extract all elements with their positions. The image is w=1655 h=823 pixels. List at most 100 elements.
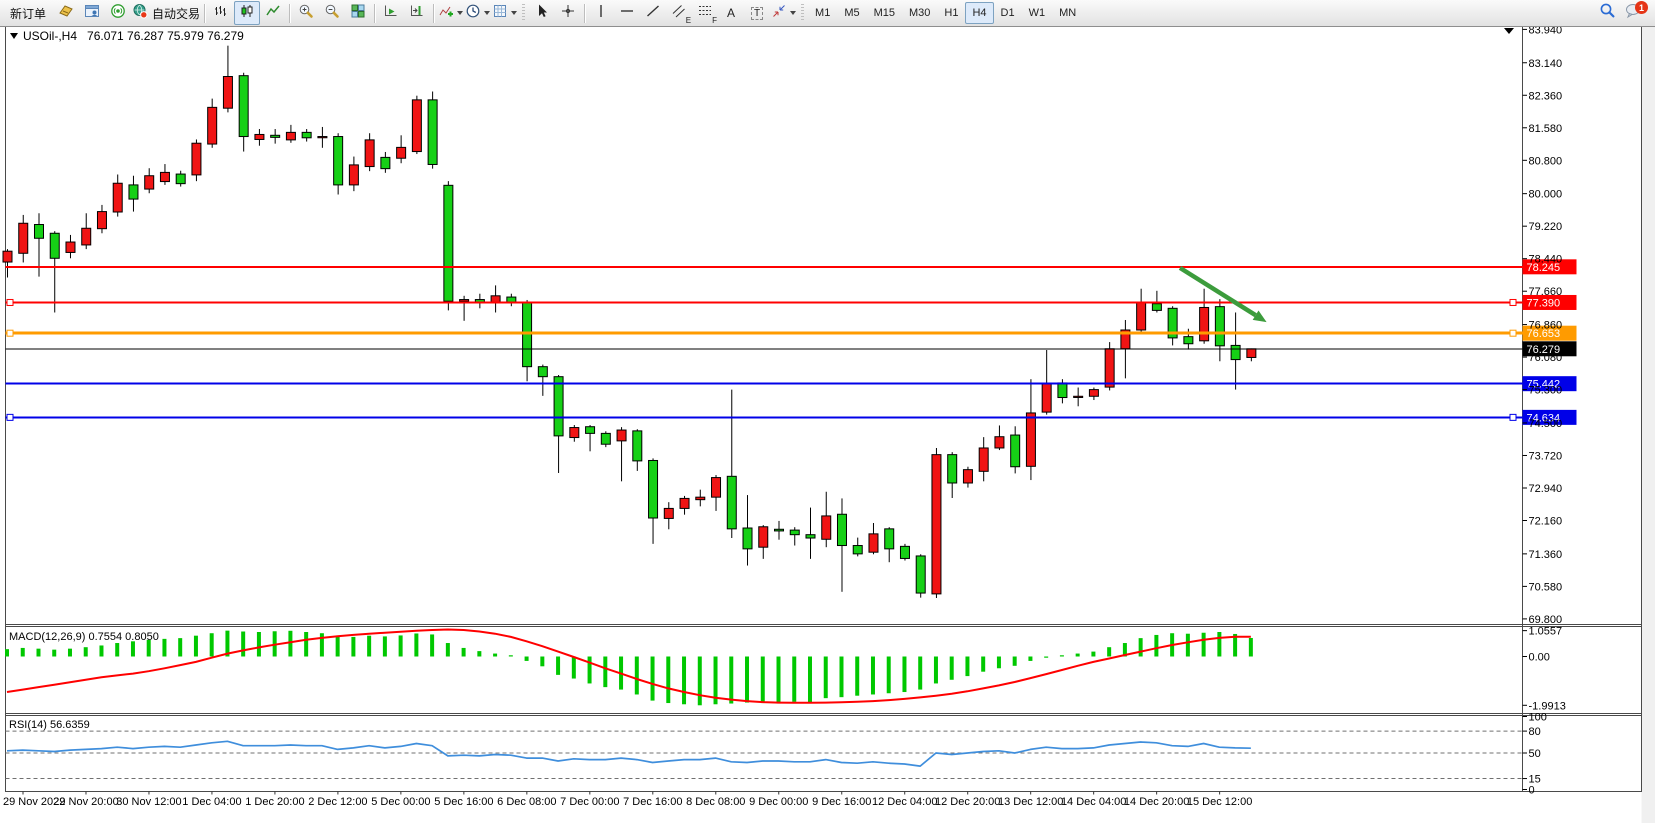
svg-text:15 Dec 12:00: 15 Dec 12:00 xyxy=(1187,796,1252,808)
svg-text:29 Nov 20:00: 29 Nov 20:00 xyxy=(53,796,118,808)
svg-text:14 Dec 20:00: 14 Dec 20:00 xyxy=(1124,796,1189,808)
equidistant-channel-button[interactable]: E xyxy=(666,1,692,25)
zoom-out-icon xyxy=(324,3,340,24)
timeframe-button-MN[interactable]: MN xyxy=(1052,2,1083,24)
svg-text:77.660: 77.660 xyxy=(1529,286,1563,298)
templates-button[interactable] xyxy=(491,1,518,25)
timeframe-button-H1[interactable]: H1 xyxy=(937,2,965,24)
svg-text:74.500: 74.500 xyxy=(1529,418,1563,430)
new-chart-button[interactable] xyxy=(53,1,79,25)
line-chart-icon xyxy=(265,3,281,24)
signals-button[interactable] xyxy=(105,1,131,25)
zoom-in-button[interactable] xyxy=(293,1,319,25)
indicators-icon xyxy=(438,3,454,24)
text-label-button[interactable]: T xyxy=(744,1,770,25)
timeframe-button-D1[interactable]: D1 xyxy=(994,2,1022,24)
new-order-button[interactable]: 新订单 xyxy=(3,1,53,25)
cursor-button[interactable] xyxy=(529,1,555,25)
svg-text:71.360: 71.360 xyxy=(1529,549,1563,561)
chart-menu-triangle-icon[interactable] xyxy=(10,33,18,39)
svg-text:30 Nov 12:00: 30 Nov 12:00 xyxy=(116,796,181,808)
notifications-button[interactable]: 1 xyxy=(1620,1,1646,25)
bar-chart-button[interactable] xyxy=(208,1,234,25)
toolbar-separator xyxy=(289,4,290,23)
svg-text:0: 0 xyxy=(1529,785,1535,797)
autotrading-label: 自动交易 xyxy=(152,5,200,22)
svg-text:75.300: 75.300 xyxy=(1529,385,1563,397)
crosshair-button[interactable] xyxy=(555,1,581,25)
timeframe-bar: M1M5M15M30H1H4D1W1MN xyxy=(808,2,1083,24)
autotrading-button[interactable]: 自动交易 xyxy=(131,1,201,25)
trendline-icon xyxy=(645,3,661,24)
svg-text:7 Dec 16:00: 7 Dec 16:00 xyxy=(623,796,682,808)
bar-chart-icon xyxy=(213,3,229,24)
svg-text:9 Dec 16:00: 9 Dec 16:00 xyxy=(812,796,871,808)
search-button[interactable] xyxy=(1594,1,1620,25)
svg-text:83.140: 83.140 xyxy=(1529,58,1563,70)
fibonacci-glyph: F xyxy=(712,17,717,25)
market-watch-button[interactable] xyxy=(79,1,105,25)
candlestick-chart-icon xyxy=(239,3,255,24)
channel-glyph: E xyxy=(686,17,691,25)
horizontal-line-button[interactable] xyxy=(614,1,640,25)
auto-scroll-button[interactable] xyxy=(378,1,404,25)
chevron-down-icon xyxy=(484,11,490,15)
indicators-button[interactable] xyxy=(437,1,464,25)
svg-text:69.800: 69.800 xyxy=(1529,614,1563,626)
trendline-button[interactable] xyxy=(640,1,666,25)
chart-shift-button[interactable] xyxy=(404,1,430,25)
svg-text:1.0557: 1.0557 xyxy=(1529,626,1563,638)
chevron-down-icon xyxy=(790,11,796,15)
timeframe-button-M5[interactable]: M5 xyxy=(837,2,866,24)
svg-text:8 Dec 08:00: 8 Dec 08:00 xyxy=(686,796,745,808)
toolbar-right-group: 1 xyxy=(1594,1,1652,25)
svg-text:12 Dec 20:00: 12 Dec 20:00 xyxy=(935,796,1000,808)
svg-text:76.080: 76.080 xyxy=(1529,352,1563,364)
fibonacci-button[interactable]: F xyxy=(692,1,718,25)
toolbar-grip xyxy=(801,4,804,22)
svg-text:12 Dec 04:00: 12 Dec 04:00 xyxy=(872,796,937,808)
svg-text:73.720: 73.720 xyxy=(1529,450,1563,462)
text-icon: A xyxy=(727,6,735,20)
arrows-icon xyxy=(771,3,787,24)
svg-text:5 Dec 16:00: 5 Dec 16:00 xyxy=(434,796,493,808)
vertical-line-icon xyxy=(593,3,609,24)
tile-windows-button[interactable] xyxy=(345,1,371,25)
svg-text:14 Dec 04:00: 14 Dec 04:00 xyxy=(1061,796,1126,808)
macd-label: MACD(12,26,9) 0.7554 0.8050 xyxy=(9,631,159,643)
timeframe-button-M1[interactable]: M1 xyxy=(808,2,837,24)
chart-symbol-label: USOil-,H4 xyxy=(23,29,77,43)
arrows-button[interactable] xyxy=(770,1,797,25)
toolbar-separator xyxy=(433,4,434,23)
timeframe-button-W1[interactable]: W1 xyxy=(1022,2,1053,24)
horizontal-line-icon xyxy=(619,3,635,24)
timeframe-button-M30[interactable]: M30 xyxy=(902,2,937,24)
svg-text:1 Dec 20:00: 1 Dec 20:00 xyxy=(245,796,304,808)
svg-text:79.220: 79.220 xyxy=(1529,221,1563,233)
fibonacci-icon xyxy=(697,3,713,24)
toolbar-grip xyxy=(522,4,525,22)
text-button[interactable]: A xyxy=(718,1,744,25)
signals-icon xyxy=(110,3,126,24)
line-chart-button[interactable] xyxy=(260,1,286,25)
svg-text:82.360: 82.360 xyxy=(1529,90,1563,102)
svg-text:2 Dec 12:00: 2 Dec 12:00 xyxy=(308,796,367,808)
vertical-line-button[interactable] xyxy=(588,1,614,25)
periods-button[interactable] xyxy=(464,1,491,25)
svg-text:-1.9913: -1.9913 xyxy=(1529,700,1566,712)
timeframe-button-H4[interactable]: H4 xyxy=(965,2,993,24)
chart-canvas[interactable]: 78.24577.39076.65376.27975.44274.6341.05… xyxy=(0,0,1655,823)
candlestick-chart-button[interactable] xyxy=(234,1,260,25)
chevron-down-icon xyxy=(511,11,517,15)
svg-text:1 Dec 04:00: 1 Dec 04:00 xyxy=(182,796,241,808)
cursor-icon xyxy=(534,3,550,24)
svg-text:72.160: 72.160 xyxy=(1529,516,1563,528)
zoom-out-button[interactable] xyxy=(319,1,345,25)
clock-icon xyxy=(465,3,481,24)
svg-text:70.580: 70.580 xyxy=(1529,581,1563,593)
svg-text:77.390: 77.390 xyxy=(1527,297,1561,309)
svg-text:80.000: 80.000 xyxy=(1529,189,1563,201)
svg-text:0.00: 0.00 xyxy=(1529,652,1550,664)
toolbar-separator xyxy=(204,4,205,23)
timeframe-button-M15[interactable]: M15 xyxy=(867,2,902,24)
